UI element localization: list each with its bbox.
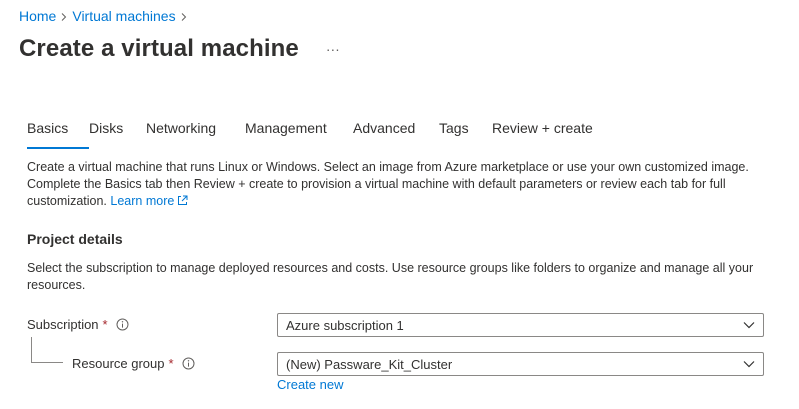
chevron-right-icon [176,8,192,24]
breadcrumb-virtual-machines[interactable]: Virtual machines [72,8,175,24]
chevron-down-icon [743,322,755,329]
tree-connector [31,337,63,363]
learn-more-label: Learn more [110,194,175,208]
tab-review-create[interactable]: Review + create [492,120,593,144]
subscription-label-text: Subscription [27,317,99,332]
resource-group-selected-value: (New) Passware_Kit_Cluster [286,356,453,372]
resource-group-label: Resource group * [72,356,195,371]
intro-description: Create a virtual machine that runs Linux… [27,159,767,210]
required-mark: * [168,356,174,371]
create-new-resource-group-link[interactable]: Create new [277,377,343,392]
chevron-down-icon [743,361,755,368]
tab-advanced[interactable]: Advanced [353,120,439,144]
learn-more-link[interactable]: Learn more [110,194,188,208]
subscription-label: Subscription * [27,317,129,332]
resource-group-label-text: Resource group [72,356,165,371]
project-details-description: Select the subscription to manage deploy… [27,261,754,292]
chevron-right-icon [56,8,72,24]
required-mark: * [102,317,108,332]
tab-disks[interactable]: Disks [89,120,146,144]
tab-management[interactable]: Management [245,120,353,144]
tab-networking[interactable]: Networking [146,120,245,144]
external-link-icon [177,194,188,205]
section-title-project-details: Project details [27,231,123,247]
breadcrumb-home[interactable]: Home [19,8,56,24]
breadcrumb: Home Virtual machines [19,8,192,24]
resource-group-dropdown[interactable]: (New) Passware_Kit_Cluster [277,352,764,376]
title-row: Create a virtual machine ··· [19,35,343,63]
subscription-dropdown[interactable]: Azure subscription 1 [277,313,764,337]
info-icon[interactable] [116,318,129,331]
page-title: Create a virtual machine [19,35,299,62]
tab-tags[interactable]: Tags [439,120,492,144]
page: Home Virtual machines Create a virtual m… [0,0,799,409]
subscription-selected-value: Azure subscription 1 [286,317,404,333]
info-icon[interactable] [182,357,195,370]
tab-basics[interactable]: Basics [27,120,89,149]
more-options-button[interactable]: ··· [323,39,343,59]
tab-strip: Basics Disks Networking Management Advan… [27,120,593,149]
